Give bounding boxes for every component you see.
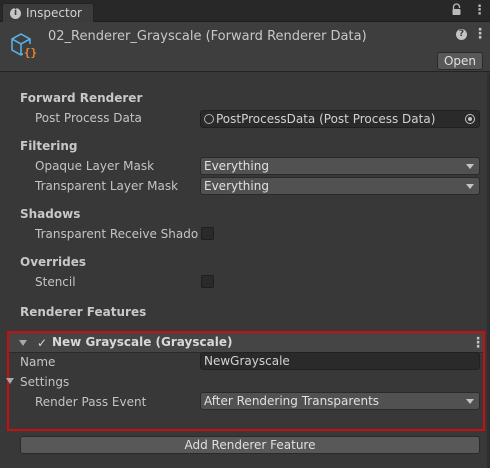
lock-icon[interactable] [451, 3, 462, 21]
chevron-down-icon [466, 184, 474, 189]
stencil-label: Stencil [35, 275, 76, 289]
tab-label: Inspector [26, 6, 82, 20]
kebab-menu-icon[interactable]: ⋮ [473, 3, 486, 19]
renderer-feature-highlight: ✓ New Grayscale (Grayscale) ⋮ Name NewGr… [6, 331, 485, 431]
feature-title: New Grayscale (Grayscale) [52, 335, 233, 349]
opaque-layer-mask-label: Opaque Layer Mask [35, 159, 155, 173]
render-pass-event-value: After Rendering Transparents [204, 394, 380, 408]
inspector-content: Forward Renderer Post Process Data PostP… [0, 73, 490, 468]
chevron-down-icon [466, 399, 474, 404]
tab-inspector[interactable]: i Inspector [2, 3, 94, 23]
post-process-data-field[interactable]: PostProcessData (Post Process Data) [200, 110, 480, 128]
svg-text:{}: {} [24, 46, 37, 59]
opaque-layer-mask-dropdown[interactable]: Everything [200, 157, 480, 175]
asset-title: 02_Renderer_Grayscale (Forward Renderer … [48, 29, 367, 44]
help-icon[interactable]: ? [456, 29, 467, 40]
render-pass-event-label: Render Pass Event [35, 395, 147, 409]
post-process-data-value: PostProcessData (Post Process Data) [216, 112, 436, 126]
renderer-feature-header[interactable]: ✓ New Grayscale (Grayscale) ⋮ [9, 333, 485, 353]
section-heading-overrides: Overrides [20, 255, 86, 269]
asset-icon [204, 114, 214, 124]
feature-name-input[interactable]: NewGrayscale [200, 352, 480, 370]
feature-menu-icon[interactable]: ⋮ [471, 335, 485, 351]
transparent-layer-mask-dropdown[interactable]: Everything [200, 177, 480, 195]
transparent-layer-mask-value: Everything [204, 179, 269, 193]
settings-foldout-icon[interactable] [6, 378, 14, 384]
section-heading-shadows: Shadows [20, 207, 81, 221]
feature-enabled-checkbox[interactable]: ✓ [37, 336, 47, 350]
tab-bar: i Inspector ⋮ [0, 0, 490, 23]
post-process-data-label: Post Process Data [35, 111, 142, 125]
render-pass-event-dropdown[interactable]: After Rendering Transparents [200, 392, 480, 410]
opaque-layer-mask-value: Everything [204, 159, 269, 173]
transparent-layer-mask-label: Transparent Layer Mask [35, 179, 179, 193]
add-renderer-feature-button[interactable]: Add Renderer Feature [20, 436, 480, 454]
open-button[interactable]: Open [437, 52, 483, 70]
stencil-checkbox[interactable] [201, 275, 214, 288]
scriptable-object-icon: {} [11, 33, 38, 59]
feature-name-label: Name [20, 355, 56, 369]
section-heading-renderer-features: Renderer Features [20, 305, 147, 319]
object-picker-icon[interactable] [465, 114, 475, 124]
chevron-down-icon [466, 164, 474, 169]
section-heading-filtering: Filtering [20, 139, 78, 153]
section-heading-forward-renderer: Forward Renderer [20, 91, 143, 105]
transparent-receive-shadows-checkbox[interactable] [201, 227, 214, 240]
context-menu-icon[interactable]: ⋮ [473, 26, 487, 42]
settings-foldout-label[interactable]: Settings [20, 375, 69, 389]
transparent-receive-shadows-label: Transparent Receive Shadows [35, 227, 198, 241]
inspector-header: {} 02_Renderer_Grayscale (Forward Render… [0, 22, 490, 72]
info-icon: i [10, 8, 21, 19]
feature-name-value: NewGrayscale [204, 354, 290, 368]
foldout-arrow-icon[interactable] [19, 340, 27, 346]
